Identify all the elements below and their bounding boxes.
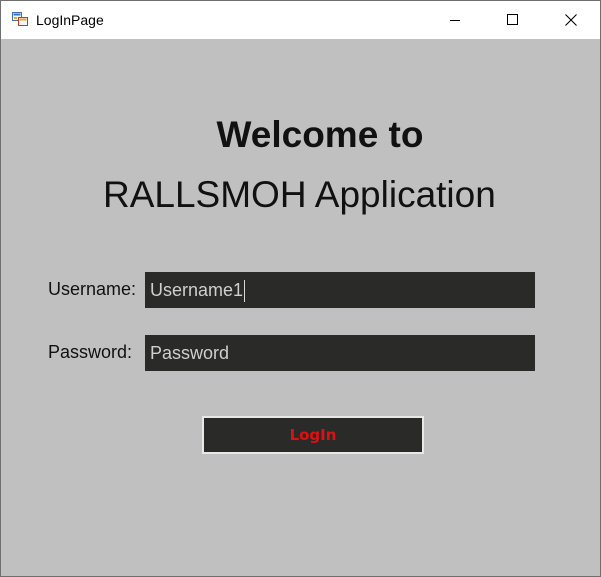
username-value: Username1 (150, 280, 244, 300)
minimize-icon (450, 20, 460, 21)
close-icon (565, 14, 577, 26)
form-body: Welcome to RALLSMOH Application Username… (1, 39, 600, 576)
password-label: Password: (48, 342, 133, 362)
app-name-heading: RALLSMOH Application (103, 174, 496, 215)
maximize-button[interactable] (484, 1, 542, 39)
title-bar[interactable]: LogInPage (1, 1, 600, 39)
username-input[interactable]: Username1 (145, 272, 535, 308)
maximize-icon (507, 14, 518, 25)
username-label: Username: (48, 279, 137, 299)
login-button[interactable]: LogIn (202, 416, 424, 454)
minimize-button[interactable] (426, 1, 484, 39)
welcome-heading: Welcome to (216, 114, 424, 155)
login-window: LogInPage Welcome to RALLSMOH Applicatio… (0, 0, 601, 577)
window-title: LogInPage (36, 12, 104, 28)
close-button[interactable] (542, 1, 600, 39)
text-caret (244, 280, 246, 303)
password-input[interactable]: Password (145, 335, 535, 371)
password-value: Password (150, 343, 230, 363)
form-icon (12, 11, 28, 27)
